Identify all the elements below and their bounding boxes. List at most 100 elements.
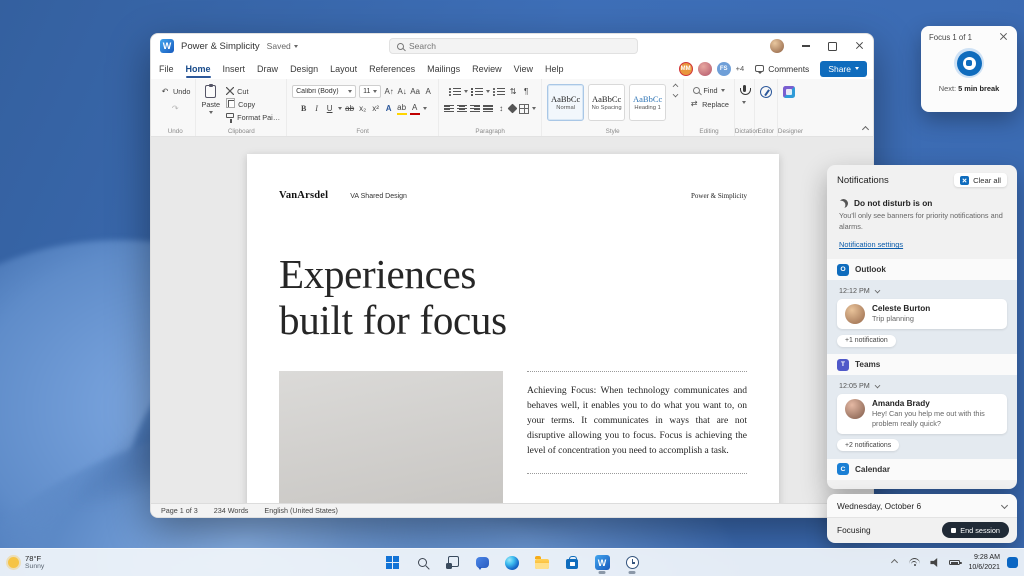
superscript-button[interactable]: x² xyxy=(371,102,381,115)
copy-button[interactable]: Copy xyxy=(226,98,281,110)
menu-tab-references[interactable]: References xyxy=(369,64,415,74)
align-left-button[interactable] xyxy=(444,104,455,113)
search-box[interactable] xyxy=(389,38,638,54)
redo-button[interactable]: ↷ xyxy=(170,100,180,117)
notification-card[interactable]: Celeste Burton Trip planning xyxy=(837,299,1007,330)
style-heading-1[interactable]: AaBbCc Heading 1 xyxy=(629,84,667,121)
bold-button[interactable]: B xyxy=(299,102,309,115)
grow-font-button[interactable]: A↑ xyxy=(384,85,394,98)
collaborator-avatar[interactable] xyxy=(697,61,712,76)
menu-tab-layout[interactable]: Layout xyxy=(330,64,357,74)
menu-tab-insert[interactable]: Insert xyxy=(223,64,246,74)
menu-tab-draw[interactable]: Draw xyxy=(257,64,278,74)
replace-button[interactable]: ⇄ Replace xyxy=(689,97,729,111)
chevron-down-icon[interactable] xyxy=(532,107,537,110)
style-no-spacing[interactable]: AaBbCc No Spacing xyxy=(588,84,626,121)
file-explorer-button[interactable] xyxy=(531,552,553,574)
show-marks-button[interactable]: ¶ xyxy=(521,85,531,98)
borders-button[interactable] xyxy=(519,103,530,114)
show-hidden-icons-button[interactable] xyxy=(888,556,901,570)
designer-button[interactable] xyxy=(782,86,795,98)
chevron-down-icon[interactable] xyxy=(742,101,747,104)
calendar-date-row[interactable]: Wednesday, October 6 xyxy=(827,494,1017,518)
font-size-select[interactable]: 11 xyxy=(359,85,382,98)
close-icon[interactable] xyxy=(999,32,1009,42)
text-effects-button[interactable]: A xyxy=(384,102,394,115)
numbering-button[interactable] xyxy=(471,87,484,96)
volume-button[interactable] xyxy=(928,556,941,570)
clock-date-button[interactable]: 9:28 AM 10/6/2021 xyxy=(968,553,1000,571)
underline-button[interactable]: U xyxy=(325,102,335,115)
notification-group-time[interactable]: 12:05 PM xyxy=(827,377,1017,393)
user-avatar[interactable] xyxy=(770,39,784,53)
bullets-button[interactable] xyxy=(449,87,462,96)
more-notifications-pill[interactable]: +1 notification xyxy=(837,334,896,347)
calendar-section-header[interactable]: C Calendar xyxy=(827,458,1017,480)
chevron-down-icon[interactable] xyxy=(486,90,491,93)
menu-tab-home[interactable]: Home xyxy=(185,64,211,78)
saved-status[interactable]: Saved xyxy=(267,41,298,51)
close-button[interactable] xyxy=(846,34,873,58)
document-page[interactable]: VanArsdel VA Shared Design Power & Simpl… xyxy=(247,154,779,503)
dictate-button[interactable] xyxy=(739,85,751,98)
store-button[interactable] xyxy=(561,552,583,574)
chevron-down-icon[interactable] xyxy=(422,107,427,110)
align-center-button[interactable] xyxy=(457,104,468,113)
outlook-section-header[interactable]: O Outlook xyxy=(827,259,1017,281)
change-case-button[interactable]: Aa xyxy=(410,85,420,98)
menu-tab-help[interactable]: Help xyxy=(545,64,564,74)
highlight-button[interactable]: ab xyxy=(396,102,407,115)
line-spacing-button[interactable]: ↕ xyxy=(496,102,506,115)
clock-app-button[interactable] xyxy=(621,552,643,574)
notification-card[interactable]: Amanda Brady Hey! Can you help me out wi… xyxy=(837,394,1007,434)
chevron-down-icon[interactable] xyxy=(337,107,342,110)
menu-tab-mailings[interactable]: Mailings xyxy=(427,64,460,74)
paste-button[interactable]: Paste xyxy=(201,83,220,114)
style-normal[interactable]: AaBbCc Normal xyxy=(547,84,585,121)
strikethrough-button[interactable]: ab xyxy=(345,102,355,115)
font-color-button[interactable]: A xyxy=(409,102,420,115)
notification-group-time[interactable]: 12:12 PM xyxy=(827,282,1017,298)
share-button[interactable]: Share xyxy=(820,60,867,77)
more-notifications-pill[interactable]: +2 notifications xyxy=(837,439,900,452)
weather-widget[interactable]: 78°F Sunny xyxy=(8,554,44,571)
shrink-font-button[interactable]: A↓ xyxy=(397,85,407,98)
justify-button[interactable] xyxy=(483,104,494,113)
end-session-button[interactable]: End session xyxy=(942,522,1009,538)
multilevel-list-button[interactable] xyxy=(493,87,506,96)
subscript-button[interactable]: x₂ xyxy=(358,102,368,115)
word-count[interactable]: 234 Words xyxy=(214,506,249,515)
page-count[interactable]: Page 1 of 3 xyxy=(161,506,198,515)
clear-all-button[interactable]: Clear all xyxy=(954,173,1007,187)
collapse-ribbon-icon[interactable] xyxy=(861,125,870,134)
style-gallery-arrows[interactable] xyxy=(672,83,679,98)
menu-tab-view[interactable]: View xyxy=(514,64,533,74)
teams-section-header[interactable]: T Teams xyxy=(827,354,1017,376)
battery-button[interactable] xyxy=(948,556,962,570)
task-view-button[interactable] xyxy=(441,552,463,574)
sort-button[interactable]: ⇅ xyxy=(508,85,518,98)
menu-tab-design[interactable]: Design xyxy=(290,64,318,74)
collaborator-overflow[interactable]: +4 xyxy=(736,64,745,73)
minimize-button[interactable] xyxy=(792,34,819,58)
word-taskbar-button[interactable]: W xyxy=(591,552,613,574)
language-status[interactable]: English (United States) xyxy=(264,506,338,515)
edge-button[interactable] xyxy=(501,552,523,574)
editor-button[interactable] xyxy=(759,86,772,98)
chevron-down-icon[interactable] xyxy=(464,90,469,93)
collaborator-avatar[interactable]: FS xyxy=(716,61,731,76)
notification-badge[interactable] xyxy=(1007,557,1018,568)
clear-formatting-button[interactable]: A xyxy=(423,85,433,98)
align-right-button[interactable] xyxy=(470,104,481,113)
format-painter-button[interactable]: Format Painter xyxy=(226,111,281,123)
font-name-select[interactable]: Calibri (Body) xyxy=(292,85,357,98)
focus-timer-ring[interactable] xyxy=(954,48,984,78)
chat-button[interactable] xyxy=(471,552,493,574)
cut-button[interactable]: Cut xyxy=(226,85,281,97)
find-button[interactable]: Find xyxy=(693,83,725,97)
italic-button[interactable]: I xyxy=(312,102,322,115)
menu-tab-file[interactable]: File xyxy=(159,64,174,74)
comments-button[interactable]: Comments xyxy=(749,62,815,76)
shading-button[interactable] xyxy=(507,103,518,114)
start-button[interactable] xyxy=(381,552,403,574)
